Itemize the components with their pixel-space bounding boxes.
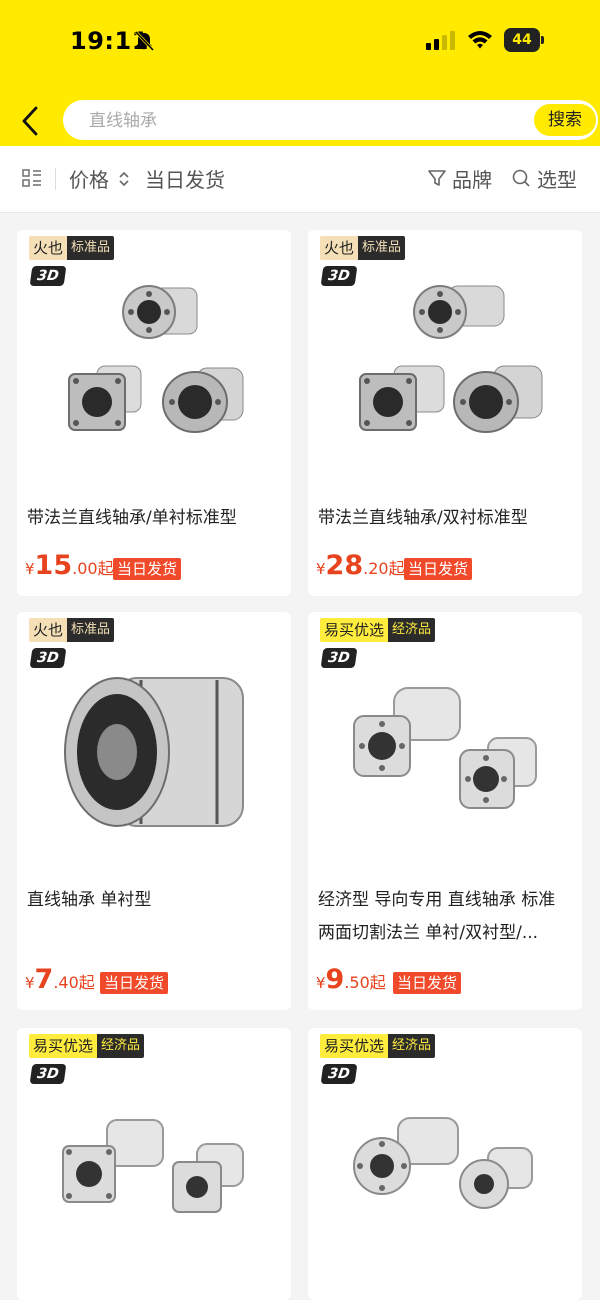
product-card[interactable]: 火也 标准品 3D 直线轴承 单衬型 ¥7.40起 当日发货 xyxy=(17,612,291,1010)
filter-select[interactable]: 选型 xyxy=(537,164,577,193)
sort-updown-icon xyxy=(119,171,129,187)
product-card[interactable]: 易买优选 经济品 3D xyxy=(17,1028,291,1300)
product-price: ¥9.50起 xyxy=(316,964,386,995)
product-title: 带法兰直线轴承/双衬标准型 xyxy=(318,508,528,528)
filter-same-day[interactable]: 当日发货 xyxy=(145,164,225,193)
product-price: ¥15.00起 xyxy=(25,550,114,581)
product-card[interactable]: 火也 标准品 3D 带法兰直线轴承/双衬标准型 ¥28.20起 当日发货 xyxy=(308,230,582,596)
filter-price[interactable]: 价格 xyxy=(69,164,109,193)
filter-bar: 价格 当日发货 品牌 选型 xyxy=(0,146,600,213)
product-image xyxy=(64,677,244,827)
brand-tag: 火也 标准品 xyxy=(29,236,115,260)
filter-divider xyxy=(55,168,56,190)
product-image xyxy=(353,1117,533,1209)
same-day-ship-badge: 当日发货 xyxy=(404,558,473,580)
product-image xyxy=(353,687,537,809)
wifi-icon xyxy=(468,31,492,49)
brand-tag: 火也 标准品 xyxy=(320,236,406,260)
product-card[interactable]: 火也 标准品 3D 带法兰直线轴承/单衬标准型 ¥15.00起 当日发货 xyxy=(17,230,291,596)
product-image xyxy=(62,1119,244,1213)
brand-tag: 易买优选 经济品 xyxy=(320,618,436,642)
funnel-icon xyxy=(428,170,446,186)
same-day-ship-badge: 当日发货 xyxy=(113,558,182,580)
brand-tag: 易买优选 经济品 xyxy=(29,1034,145,1058)
search-input[interactable] xyxy=(87,100,511,142)
same-day-ship-badge: 当日发货 xyxy=(100,972,169,994)
app-header: 19:11 44 搜索 xyxy=(0,0,600,146)
brand-tag: 火也 标准品 xyxy=(29,618,115,642)
product-title: 经济型 导向专用 直线轴承 标准两面切割法兰 单衬/双衬型/... xyxy=(318,890,556,943)
product-card[interactable]: 易买优选 经济品 3D xyxy=(308,1028,582,1300)
cellular-signal-icon xyxy=(426,31,455,50)
bell-muted-icon xyxy=(134,30,155,52)
battery-level: 44 xyxy=(504,28,540,52)
same-day-ship-badge: 当日发货 xyxy=(393,972,462,994)
product-price: ¥7.40起 xyxy=(25,964,95,995)
product-title: 带法兰直线轴承/单衬标准型 xyxy=(27,508,237,528)
layout-toggle-icon[interactable] xyxy=(22,168,42,188)
search-button[interactable]: 搜索 xyxy=(534,104,596,136)
product-card[interactable]: 易买优选 经济品 3D 经济型 导向专用 直线轴承 标准两面切割法兰 单衬/双衬型… xyxy=(308,612,582,1010)
status-bar: 19:11 44 xyxy=(0,0,600,82)
search-icon xyxy=(512,169,530,187)
product-image xyxy=(68,285,244,433)
brand-tag: 易买优选 经济品 xyxy=(320,1034,436,1058)
product-price: ¥28.20起 xyxy=(316,550,405,581)
battery-indicator: 44 xyxy=(504,28,544,52)
product-image xyxy=(359,285,543,433)
product-title: 直线轴承 单衬型 xyxy=(27,890,152,910)
back-arrow-icon[interactable] xyxy=(18,105,44,137)
filter-brand[interactable]: 品牌 xyxy=(452,164,492,193)
search-bar[interactable]: 搜索 xyxy=(63,100,598,142)
